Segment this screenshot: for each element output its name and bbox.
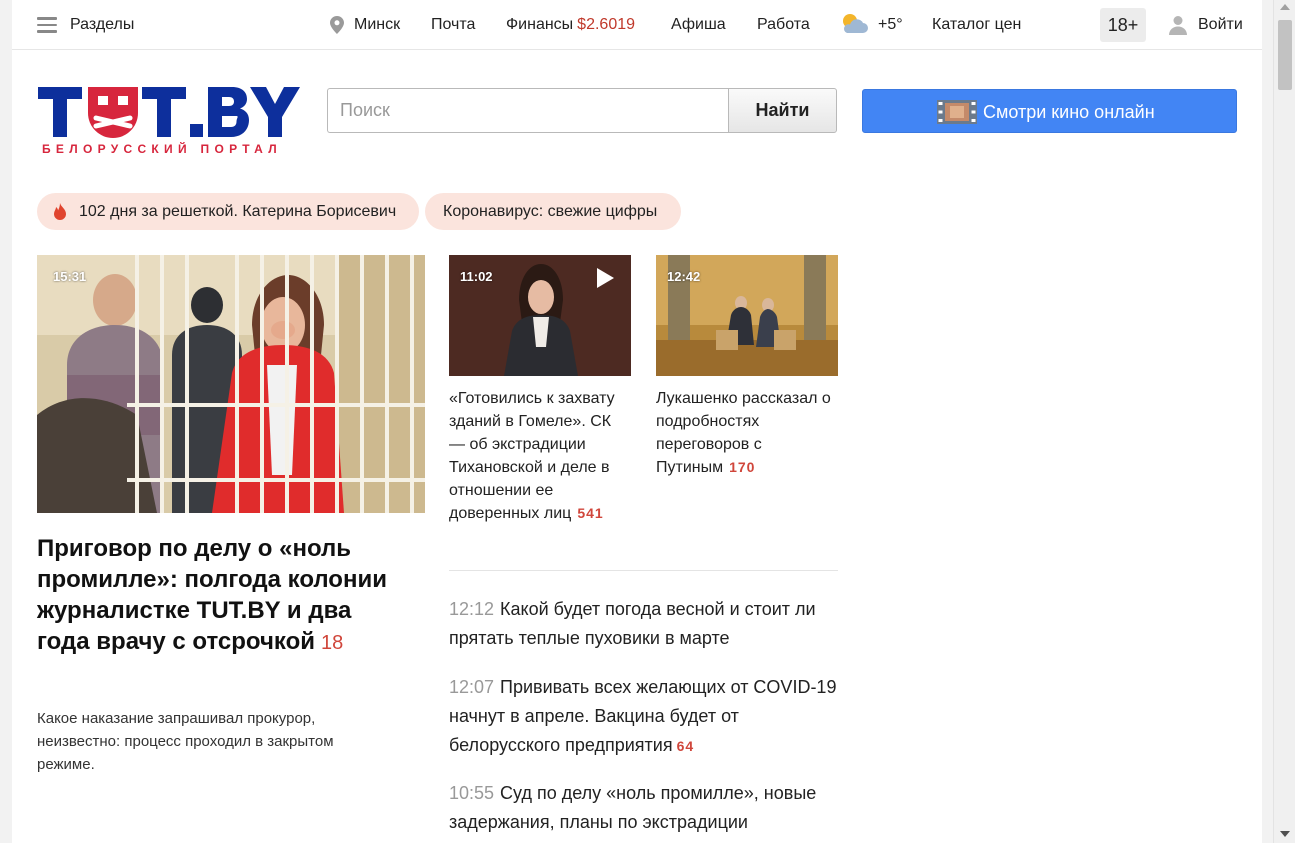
logo-wordmark: [38, 87, 300, 138]
tag-pill-borisevich[interactable]: 102 дня за решеткой. Катерина Борисевич: [37, 193, 419, 230]
news-card-time: 12:42: [667, 269, 701, 284]
tag-pill-label: 102 дня за решеткой. Катерина Борисевич: [79, 203, 397, 220]
location-pin-icon: [330, 16, 344, 34]
news-title: Какой будет погода весной и стоит ли пря…: [449, 599, 816, 648]
tag-pill-coronavirus[interactable]: Коронавирус: свежие цифры: [425, 193, 681, 230]
courtroom-photo: [37, 255, 425, 513]
scroll-down-arrow[interactable]: [1280, 831, 1290, 837]
watch-movies-button[interactable]: Смотри кино онлайн: [862, 89, 1237, 133]
watch-movies-label: Смотри кино онлайн: [983, 102, 1155, 122]
tag-pill-label: Коронавирус: свежие цифры: [443, 203, 658, 220]
comment-count[interactable]: 170: [729, 459, 755, 475]
sections-link[interactable]: Разделы: [70, 0, 134, 50]
divider: [449, 570, 838, 571]
finance-label: Финансы: [506, 16, 574, 33]
scrollbar-thumb[interactable]: [1278, 20, 1292, 90]
news-title: Суд по делу «ноль промилле», новые задер…: [449, 783, 817, 843]
scroll-up-arrow[interactable]: [1280, 4, 1290, 10]
news-card-title[interactable]: «Готовились к захвату зданий в Гомеле». …: [449, 387, 631, 525]
news-list-item[interactable]: 12:12 Какой будет погода весной и стоит л…: [449, 595, 841, 653]
comment-count[interactable]: 64: [677, 738, 695, 754]
comment-count[interactable]: 541: [577, 505, 603, 521]
lead-story-time: 15:31: [53, 269, 87, 284]
film-strip-icon: [937, 100, 977, 124]
flame-icon: [54, 203, 66, 220]
age-rating-badge: 18+: [1100, 8, 1146, 42]
weather-cloud-icon: [843, 14, 868, 33]
comment-count[interactable]: 18: [321, 632, 343, 654]
news-card-title[interactable]: Лукашенко рассказал о подробностях перег…: [656, 387, 838, 479]
site-logo[interactable]: БЕЛОРУССКИЙ ПОРТАЛ: [38, 84, 300, 160]
news-card-image[interactable]: 12:42: [656, 255, 838, 376]
afisha-link[interactable]: Афиша: [671, 0, 726, 50]
scrollbar[interactable]: [1273, 0, 1295, 843]
city-link[interactable]: Минск: [354, 0, 400, 50]
mail-link[interactable]: Почта: [431, 0, 475, 50]
news-time: 12:07: [449, 677, 495, 697]
logo-tagline: БЕЛОРУССКИЙ ПОРТАЛ: [42, 142, 282, 156]
finance-link[interactable]: Финансы $2.6019: [506, 0, 635, 50]
news-card-image[interactable]: 11:02: [449, 255, 631, 376]
user-icon[interactable]: [1169, 15, 1187, 35]
catalog-link[interactable]: Каталог цен: [932, 0, 1021, 50]
news-list-item[interactable]: 12:07 Прививать всех желающих от COVID-19…: [449, 673, 841, 761]
search-button[interactable]: Найти: [728, 88, 837, 133]
search-form: Найти: [327, 88, 837, 133]
news-time: 12:12: [449, 599, 495, 619]
news-time: 10:55: [449, 783, 495, 803]
lead-story-summary: Какое наказание запрашивал прокурор, неи…: [37, 710, 334, 773]
news-list-item[interactable]: 10:55 Суд по делу «ноль промилле», новые …: [449, 779, 841, 843]
login-link[interactable]: Войти: [1198, 0, 1243, 50]
weather-temperature[interactable]: +5°: [878, 0, 903, 50]
menu-icon[interactable]: [37, 17, 57, 33]
work-link[interactable]: Работа: [757, 0, 810, 50]
lead-story-title[interactable]: Приговор по делу о «ноль промилле»: полг…: [37, 533, 397, 659]
play-icon[interactable]: [595, 267, 615, 289]
news-card-time: 11:02: [460, 269, 493, 284]
top-bar: Разделы Минск Почта Финансы $2.6019 Афиша…: [12, 0, 1262, 50]
news-card-title-text: «Готовились к захвату зданий в Гомеле». …: [449, 390, 615, 522]
page: Разделы Минск Почта Финансы $2.6019 Афиша…: [12, 0, 1262, 843]
lead-story-image[interactable]: 15:31: [37, 255, 425, 513]
exchange-rate: $2.6019: [577, 16, 636, 33]
news-title: Прививать всех желающих от COVID-19 начн…: [449, 677, 837, 755]
search-input[interactable]: [327, 88, 729, 133]
